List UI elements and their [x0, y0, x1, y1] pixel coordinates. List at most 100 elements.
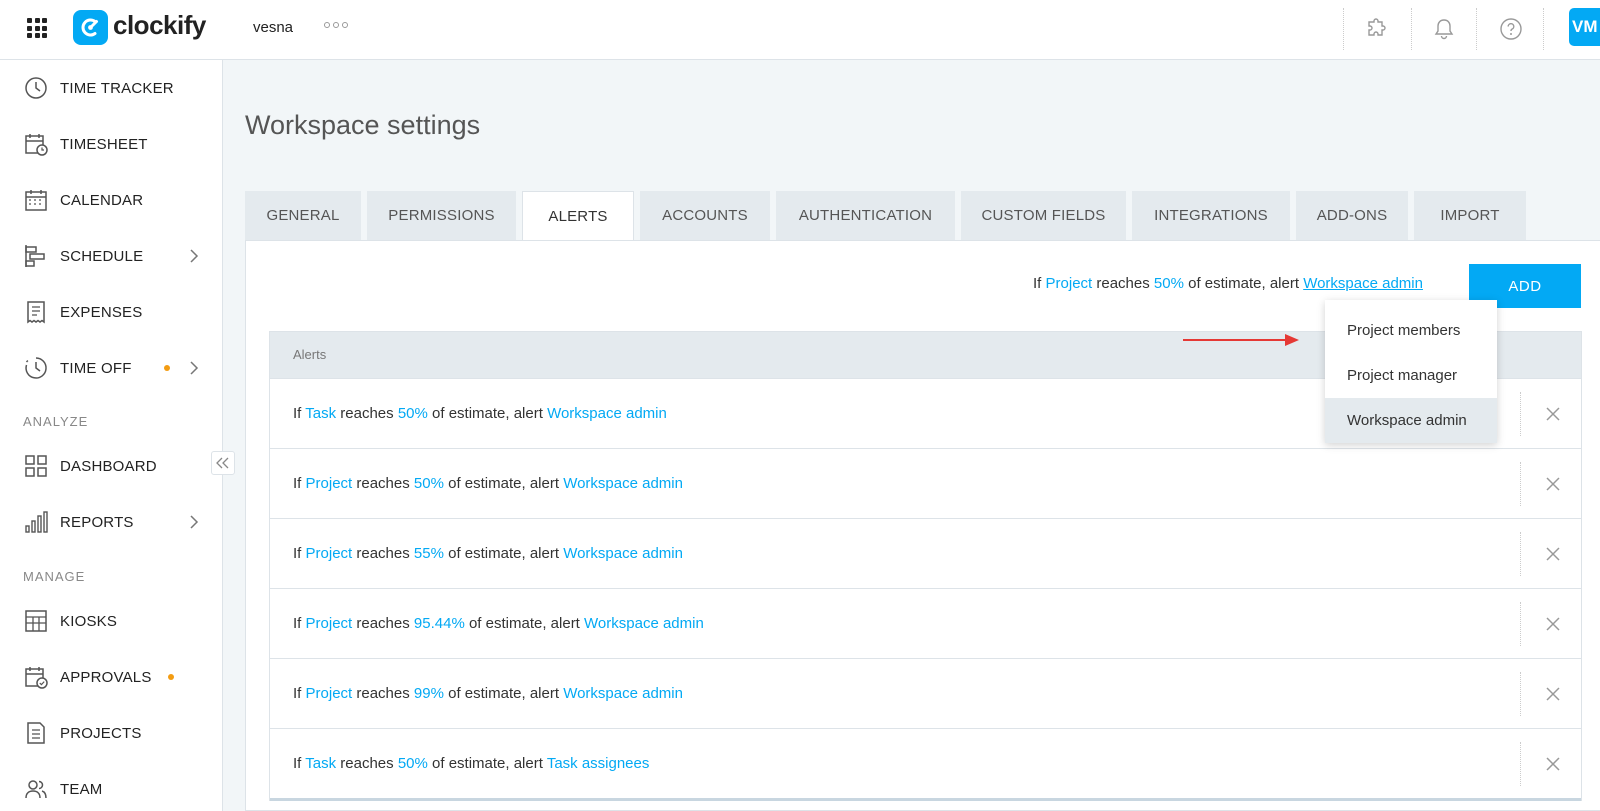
row-reaches-text: reaches — [356, 615, 410, 632]
more-options-icon[interactable] — [324, 22, 348, 28]
divider — [1476, 8, 1477, 50]
sidebar-item-expenses[interactable]: EXPENSES — [0, 292, 222, 332]
close-icon[interactable] — [1543, 754, 1563, 774]
divider — [1520, 462, 1521, 506]
tab-add-ons[interactable]: ADD-ONS — [1296, 191, 1408, 240]
composer-entity-select[interactable]: Project — [1046, 275, 1093, 292]
close-icon[interactable] — [1543, 404, 1563, 424]
sidebar-item-label: EXPENSES — [60, 303, 143, 321]
recipient-dropdown: Project members Project manager Workspac… — [1325, 300, 1497, 443]
sidebar-item-projects[interactable]: PROJECTS — [0, 713, 222, 753]
row-percent[interactable]: 50% — [414, 475, 444, 492]
sidebar-item-calendar[interactable]: CALENDAR — [0, 180, 222, 220]
row-recipient[interactable]: Workspace admin — [584, 615, 704, 632]
tab-authentication[interactable]: AUTHENTICATION — [776, 191, 955, 240]
tab-alerts[interactable]: ALERTS — [522, 191, 634, 241]
sidebar-item-timesheet[interactable]: TIMESHEET — [0, 124, 222, 164]
row-entity[interactable]: Task — [305, 755, 336, 772]
sidebar-item-label: KIOSKS — [60, 612, 118, 630]
tab-general[interactable]: GENERAL — [245, 191, 361, 240]
sidebar-item-time-off[interactable]: TIME OFF — [0, 348, 222, 388]
help-icon[interactable] — [1496, 14, 1526, 44]
composer-percent-input[interactable]: 50% — [1154, 275, 1184, 292]
row-percent[interactable]: 95.44% — [414, 615, 465, 632]
tab-custom-fields[interactable]: CUSTOM FIELDS — [961, 191, 1126, 240]
sidebar-item-label: REPORTS — [60, 513, 134, 531]
sidebar-item-dashboard[interactable]: DASHBOARD — [0, 446, 222, 486]
row-percent[interactable]: 50% — [398, 405, 428, 422]
timesheet-icon — [25, 134, 48, 156]
close-icon[interactable] — [1543, 684, 1563, 704]
section-label-analyze: ANALYZE — [23, 414, 89, 429]
sidebar-item-team[interactable]: TEAM — [0, 769, 222, 809]
divider — [1520, 392, 1521, 436]
dropdown-option-workspace-admin[interactable]: Workspace admin — [1325, 398, 1497, 443]
calendar-icon — [25, 190, 47, 211]
puzzle-icon[interactable] — [1362, 14, 1392, 44]
close-icon[interactable] — [1543, 544, 1563, 564]
sidebar-item-label: TIME OFF — [60, 359, 132, 377]
sidebar-item-label: CALENDAR — [60, 191, 144, 209]
sidebar-item-reports[interactable]: REPORTS — [0, 502, 222, 542]
row-percent[interactable]: 55% — [414, 545, 444, 562]
dropdown-option-project-members[interactable]: Project members — [1325, 308, 1497, 353]
page-title: Workspace settings — [245, 110, 481, 140]
chevron-right-icon — [190, 515, 199, 529]
table-row: If Project reaches 95.44% of estimate, a… — [270, 588, 1581, 658]
composer-of-estimate-text: of estimate, alert — [1188, 275, 1300, 292]
collapse-sidebar-button[interactable] — [211, 451, 235, 475]
row-recipient[interactable]: Workspace admin — [563, 685, 683, 702]
dropdown-option-project-manager[interactable]: Project manager — [1325, 353, 1497, 398]
row-entity[interactable]: Project — [306, 545, 353, 562]
clockify-logo-icon[interactable] — [73, 10, 108, 45]
row-recipient[interactable]: Workspace admin — [547, 405, 667, 422]
arrow-annotation-icon — [1183, 334, 1299, 346]
dashboard-icon — [25, 455, 47, 477]
row-percent[interactable]: 99% — [414, 685, 444, 702]
row-recipient[interactable]: Task assignees — [547, 755, 650, 772]
row-reaches-text: reaches — [356, 475, 410, 492]
logo-text[interactable]: clockify — [113, 10, 206, 41]
divider — [1520, 602, 1521, 646]
row-if-text: If — [293, 475, 302, 492]
sidebar-item-kiosks[interactable]: KIOSKS — [0, 601, 222, 641]
chevron-right-icon — [190, 249, 199, 263]
row-reaches-text: reaches — [340, 755, 394, 772]
table-row: If Project reaches 50% of estimate, aler… — [270, 448, 1581, 518]
sidebar-item-schedule[interactable]: SCHEDULE — [0, 236, 222, 276]
sidebar-item-time-tracker[interactable]: TIME TRACKER — [0, 68, 222, 108]
time-off-icon — [25, 357, 47, 379]
row-reaches-text: reaches — [356, 545, 410, 562]
row-entity[interactable]: Task — [305, 405, 336, 422]
projects-icon — [27, 722, 45, 744]
apps-grid-icon[interactable] — [27, 18, 47, 38]
tab-integrations[interactable]: INTEGRATIONS — [1132, 191, 1290, 240]
row-percent[interactable]: 50% — [398, 755, 428, 772]
divider — [1520, 532, 1521, 576]
composer-reaches-text: reaches — [1096, 275, 1150, 292]
schedule-icon — [25, 245, 45, 267]
sidebar: TIME TRACKER TIMESHEET CALENDAR SCHEDULE… — [0, 60, 223, 811]
kiosk-icon — [25, 610, 47, 632]
close-icon[interactable] — [1543, 474, 1563, 494]
sidebar-item-approvals[interactable]: APPROVALS — [0, 657, 222, 697]
bell-icon[interactable] — [1429, 14, 1459, 44]
divider — [1543, 8, 1544, 50]
row-entity[interactable]: Project — [306, 615, 353, 632]
avatar[interactable]: VM — [1569, 8, 1600, 46]
row-recipient[interactable]: Workspace admin — [563, 475, 683, 492]
table-row: If Task reaches 50% of estimate, alert T… — [270, 728, 1581, 798]
composer-recipient-select[interactable]: Workspace admin — [1303, 275, 1423, 292]
workspace-name[interactable]: vesna — [253, 19, 293, 36]
row-entity[interactable]: Project — [306, 475, 353, 492]
tab-import[interactable]: IMPORT — [1414, 191, 1526, 240]
sidebar-item-label: TIMESHEET — [60, 135, 148, 153]
notification-dot — [168, 674, 174, 680]
row-entity[interactable]: Project — [306, 685, 353, 702]
tab-permissions[interactable]: PERMISSIONS — [367, 191, 516, 240]
close-icon[interactable] — [1543, 614, 1563, 634]
row-if-text: If — [293, 615, 302, 632]
tab-accounts[interactable]: ACCOUNTS — [640, 191, 770, 240]
row-recipient[interactable]: Workspace admin — [563, 545, 683, 562]
table-bottom-border — [270, 798, 1581, 801]
